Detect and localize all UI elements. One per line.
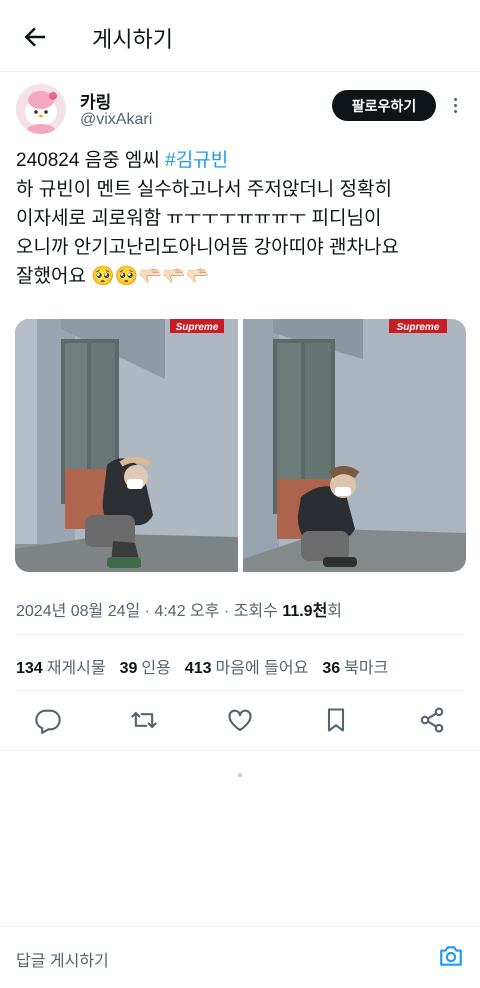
divider xyxy=(16,690,464,691)
photo-1[interactable]: Supreme xyxy=(15,319,238,572)
reply-icon[interactable] xyxy=(34,706,62,734)
retweet-icon[interactable] xyxy=(130,706,158,734)
likes-label: 마음에 들어요 xyxy=(215,660,309,677)
photo-2[interactable]: Supreme xyxy=(243,319,466,572)
tweet-line-3: 이자세로 괴로워함 ㅠㅜㅜㅜㅠㅠㅠㅜ 피디님이 xyxy=(16,208,382,229)
sign-text-2: Supreme xyxy=(397,322,440,333)
like-heart-icon[interactable] xyxy=(226,706,254,734)
retweets-label: 재게시물 xyxy=(46,660,106,677)
views-suffix: 회 xyxy=(327,603,343,620)
tweet-line-5: 잘했어요 🥺🥺🫳🏻🫳🏻🫳🏻 xyxy=(16,266,210,287)
tweet-datetime[interactable]: 2024년 08월 24일 · 4:42 오후 · 조회수 xyxy=(16,603,282,620)
tweet-line-1-text: 240824 음중 엠씨 xyxy=(16,150,166,171)
page-title: 게시하기 xyxy=(92,27,173,52)
bookmarks-count: 36 xyxy=(322,660,341,677)
more-options-icon[interactable] xyxy=(448,95,462,117)
media-grid: Supreme Supreme xyxy=(15,319,466,572)
bookmark-icon[interactable] xyxy=(322,706,350,734)
top-app-bar: 게시하기 xyxy=(0,0,480,72)
quotes-label: 인용 xyxy=(141,660,171,677)
reply-composer: 답글 게시하기 xyxy=(0,926,480,988)
tweet-meta: 2024년 08월 24일 · 4:42 오후 · 조회수 11.9천회 xyxy=(16,597,342,621)
reply-input[interactable]: 답글 게시하기 xyxy=(16,947,109,971)
author-handle[interactable]: @vixAkari xyxy=(80,111,152,129)
arrow-left-icon[interactable] xyxy=(20,22,50,52)
quotes-stat[interactable]: 39 인용 xyxy=(120,654,171,678)
avatar[interactable] xyxy=(16,84,66,134)
share-icon[interactable] xyxy=(418,706,446,734)
photo-2-image: Supreme xyxy=(243,319,466,572)
sign-text-1: Supreme xyxy=(176,322,219,333)
tweet-line-2: 하 규빈이 멘트 실수하고나서 주저앉더니 정확히 xyxy=(16,179,392,200)
action-bar xyxy=(0,702,480,738)
tweet-text: 240824 음중 엠씨 #김규빈 하 규빈이 멘트 실수하고나서 주저앉더니 … xyxy=(16,146,466,291)
tweet-line-1: 240824 음중 엠씨 #김규빈 xyxy=(16,146,466,175)
author-name[interactable]: 카링 xyxy=(80,88,111,113)
bookmarks-stat[interactable]: 36 북마크 xyxy=(322,654,388,678)
divider xyxy=(0,750,480,751)
bookmarks-label: 북마크 xyxy=(344,660,389,677)
camera-icon[interactable] xyxy=(438,943,464,969)
tweet-line-4: 오니까 안기고난리도아니어뜸 강아띠야 괜차나요 xyxy=(16,237,399,258)
photo-1-image: Supreme xyxy=(15,319,238,572)
hashtag-link[interactable]: #김규빈 xyxy=(165,150,228,171)
loading-indicator xyxy=(238,773,242,777)
engagement-stats: 134 재게시물 39 인용 413 마음에 들어요 36 북마크 xyxy=(16,654,388,678)
likes-count: 413 xyxy=(184,660,212,677)
quotes-count: 39 xyxy=(119,660,138,677)
divider xyxy=(16,634,464,635)
avatar-image xyxy=(16,84,66,134)
follow-button[interactable]: 팔로우하기 xyxy=(332,90,436,121)
retweets-count: 134 xyxy=(16,660,43,677)
likes-stat[interactable]: 413 마음에 들어요 xyxy=(185,654,308,678)
retweets-stat[interactable]: 134 재게시물 xyxy=(16,654,106,678)
views-count[interactable]: 11.9천 xyxy=(282,603,327,620)
